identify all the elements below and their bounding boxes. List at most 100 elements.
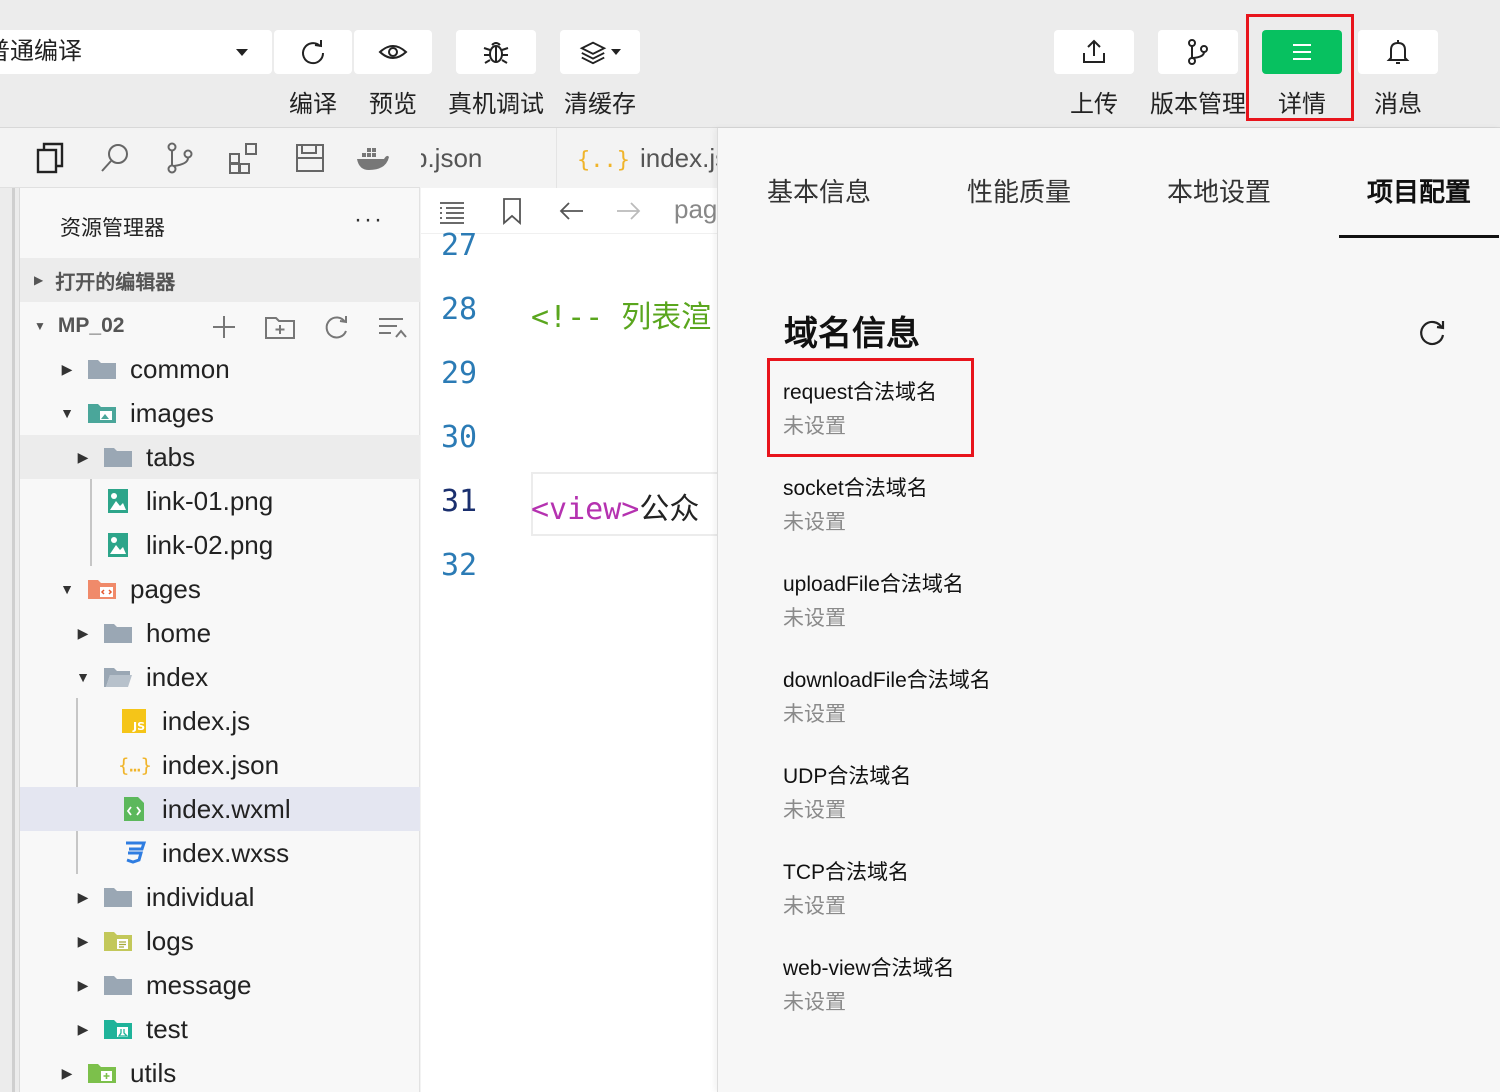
tree-label: test [146, 1013, 188, 1044]
domain-label: web-view合法域名 [783, 957, 955, 980]
breadcrumb[interactable]: pag [674, 194, 717, 225]
explorer-icon[interactable] [32, 140, 68, 176]
tree-label: index.js [162, 705, 251, 736]
preview-label: 预览 [369, 91, 417, 118]
clear-cache-button[interactable] [560, 30, 640, 74]
folder-icon [102, 971, 134, 999]
domain-value: 未设置 [783, 511, 846, 534]
line-number: 27 [441, 228, 478, 263]
search-icon[interactable] [98, 140, 134, 176]
chevron-down-icon: ▼ [76, 669, 90, 685]
chevron-right-icon: ▶ [34, 273, 44, 287]
folder-icon [102, 619, 134, 647]
tree-folder-home[interactable]: ▶ home [20, 611, 420, 655]
chevron-down-icon [236, 49, 248, 56]
line-number: 28 [441, 292, 478, 327]
tree-label: tabs [146, 441, 196, 472]
domain-item-tcp: TCP合法域名 未设置 [783, 858, 1183, 922]
tree-label: logs [146, 925, 194, 956]
json-file-icon: {..} [577, 148, 630, 173]
refresh-icon [302, 40, 325, 65]
editor-tab[interactable]: p.json [421, 128, 557, 188]
project-section[interactable]: ▼ MP_02 [20, 304, 420, 348]
tab-project-config[interactable]: 项目配置 [1367, 172, 1471, 209]
code-comment: <!-- 列表渲 [531, 300, 712, 335]
project-name: MP_02 [57, 314, 125, 337]
chevron-right-icon: ▶ [77, 976, 89, 993]
folder-icon [102, 443, 134, 471]
domain-value: 未设置 [783, 991, 846, 1014]
compile-mode-select[interactable]: 普通编译 [0, 30, 272, 74]
save-icon[interactable] [292, 140, 328, 176]
folder-open-icon [102, 663, 134, 691]
editor-tab[interactable]: {..} index.js [577, 128, 718, 188]
details-panel: 基本信息 性能质量 本地设置 项目配置 域名信息 request合法域名 未设置… [717, 128, 1500, 1092]
tree-folder-test[interactable]: ▶ test [20, 1007, 420, 1051]
remote-debug-label: 真机调试 [448, 91, 544, 118]
tree-folder-index[interactable]: ▼ index [20, 655, 420, 699]
tree-folder-tabs[interactable]: ▶ tabs [20, 435, 420, 479]
bookmark-icon[interactable] [497, 196, 527, 226]
explorer-sidebar: 资源管理器 ··· ▶ 打开的编辑器 ▼ MP_02 ▶ common ▼ im… [20, 188, 420, 1092]
chevron-down-icon: ▼ [60, 405, 74, 421]
domain-value: 未设置 [783, 895, 846, 918]
tree-label: home [146, 617, 212, 648]
collapse-all-icon[interactable] [374, 312, 410, 342]
domain-item-download-file: downloadFile合法域名 未设置 [783, 666, 1183, 730]
left-scroll-track[interactable] [12, 188, 15, 1092]
extensions-icon[interactable] [226, 140, 262, 176]
tab-local-settings[interactable]: 本地设置 [1167, 172, 1271, 209]
arrow-right-icon[interactable] [613, 196, 643, 226]
new-file-icon[interactable] [206, 312, 242, 342]
more-icon[interactable]: ··· [354, 206, 384, 234]
tree-file-link-01[interactable]: link-01.png [20, 479, 420, 523]
tree-file-index-json[interactable]: {…} index.json [20, 743, 420, 787]
test-folder-icon [102, 1015, 134, 1043]
upload-button[interactable] [1054, 30, 1134, 74]
remote-debug-button[interactable] [456, 30, 536, 74]
preview-button[interactable] [354, 30, 432, 74]
refresh-explorer-icon[interactable] [318, 312, 354, 342]
tree-folder-logs[interactable]: ▶ logs [20, 919, 420, 963]
tree-file-index-js[interactable]: JS index.js [20, 699, 420, 743]
version-label: 版本管理 [1150, 91, 1246, 118]
tree-folder-common[interactable]: ▶ common [20, 347, 420, 391]
tree-file-index-wxml[interactable]: index.wxml [20, 787, 420, 831]
new-folder-icon[interactable] [262, 312, 298, 342]
domain-item-upload-file: uploadFile合法域名 未设置 [783, 570, 1183, 634]
domain-value: 未设置 [783, 607, 846, 630]
tree-file-index-wxss[interactable]: index.wxss [20, 831, 420, 875]
image-folder-icon [86, 399, 118, 427]
branch-icon [1188, 39, 1208, 65]
bell-icon [1386, 40, 1410, 64]
tab-basic-info[interactable]: 基本信息 [767, 172, 871, 209]
tree-folder-message[interactable]: ▶ message [20, 963, 420, 1007]
tree-folder-individual[interactable]: ▶ individual [20, 875, 420, 919]
tree-label: index.json [162, 749, 280, 780]
left-gutter [0, 188, 20, 1092]
docker-icon[interactable] [354, 140, 390, 176]
open-editors-section[interactable]: ▶ 打开的编辑器 [20, 258, 420, 302]
version-button[interactable] [1158, 30, 1238, 74]
tree-folder-images[interactable]: ▼ images [20, 391, 420, 435]
refresh-icon[interactable] [1416, 316, 1448, 348]
chevron-right-icon: ▶ [77, 448, 89, 465]
image-file-icon [102, 531, 134, 559]
tree-file-link-02[interactable]: link-02.png [20, 523, 420, 567]
layers-icon [579, 41, 607, 65]
open-editors-label: 打开的编辑器 [55, 271, 176, 294]
tree-label: index.wxss [162, 837, 290, 868]
list-icon[interactable] [437, 196, 467, 226]
domain-value: 未设置 [783, 799, 846, 822]
tab-label: index.js [639, 143, 718, 173]
tree-folder-pages[interactable]: ▼ pages [20, 567, 420, 611]
tab-performance[interactable]: 性能质量 [967, 172, 1071, 209]
compile-button[interactable] [274, 30, 352, 74]
folder-icon [102, 883, 134, 911]
messages-button[interactable] [1358, 30, 1438, 74]
domain-item-udp: UDP合法域名 未设置 [783, 762, 1183, 826]
tree-folder-utils[interactable]: ▶ utils [20, 1051, 420, 1092]
source-control-icon[interactable] [162, 140, 198, 176]
arrow-left-icon[interactable] [557, 196, 587, 226]
domain-label: TCP合法域名 [783, 861, 909, 884]
